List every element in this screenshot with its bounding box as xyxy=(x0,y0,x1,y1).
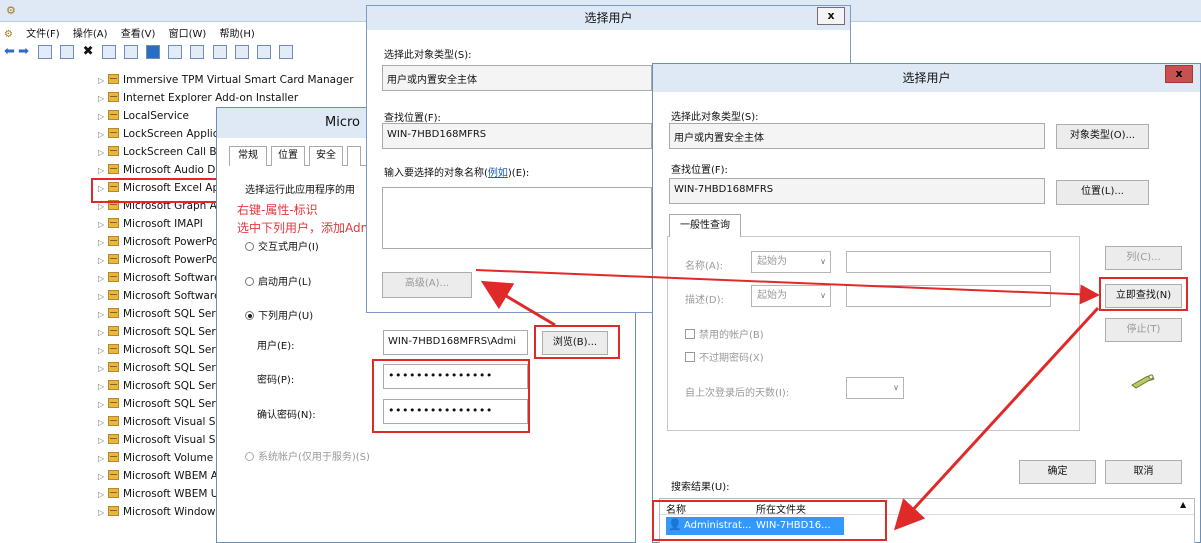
arrow-findnow-to-result xyxy=(893,306,1100,531)
annotation-arrows xyxy=(475,269,1100,531)
arrow-browse-to-advanced xyxy=(480,280,556,327)
arrow-advanced-to-findnow xyxy=(475,269,1100,305)
